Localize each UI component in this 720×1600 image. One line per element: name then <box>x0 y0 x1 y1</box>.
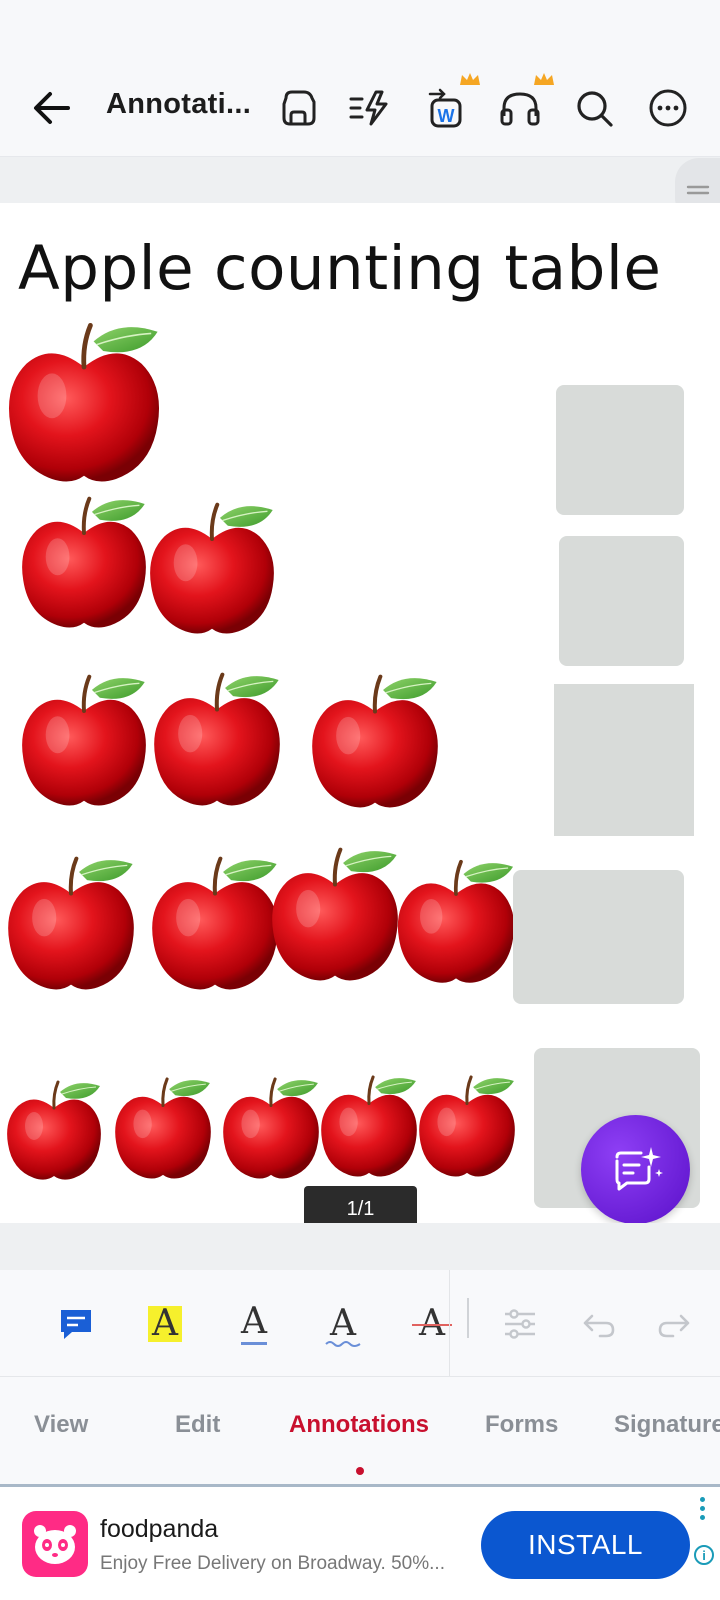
answer-box-row-2[interactable] <box>559 536 684 666</box>
ai-chat-sparkle-icon <box>615 1146 663 1190</box>
premium-crown-icon <box>534 73 554 85</box>
apple-image <box>20 674 148 808</box>
toolbar-divider <box>467 1298 469 1338</box>
page-heading: Apple counting table <box>18 233 662 304</box>
undo-button[interactable] <box>571 1296 627 1352</box>
apple-image <box>148 851 282 1003</box>
ad-title: foodpanda <box>100 1515 219 1543</box>
ad-subtitle: Enjoy Free Delivery on Broadway. 50%... <box>100 1553 445 1574</box>
strikethrough-tool[interactable]: A <box>404 1296 460 1352</box>
apple-image <box>148 502 276 636</box>
apple-image <box>319 1075 419 1179</box>
apple-image <box>4 319 164 495</box>
answer-box-row-4[interactable] <box>513 870 684 1004</box>
page-gap <box>0 157 720 203</box>
comment-tool[interactable] <box>48 1296 104 1352</box>
drag-handle-icon <box>686 185 709 195</box>
settings-tool[interactable] <box>492 1296 548 1352</box>
page-gap <box>0 1223 720 1270</box>
lightning-list-icon[interactable] <box>348 86 392 130</box>
install-button[interactable]: INSTALL <box>481 1511 690 1579</box>
svg-text:W: W <box>438 106 455 126</box>
tab-signature[interactable]: Signature <box>614 1411 720 1439</box>
redo-button[interactable] <box>646 1296 702 1352</box>
tab-annotations[interactable]: Annotations <box>289 1411 429 1439</box>
search-icon[interactable] <box>572 86 616 130</box>
tab-edit[interactable]: Edit <box>175 1411 220 1439</box>
highlight-icon: A <box>148 1306 182 1342</box>
back-arrow-icon[interactable] <box>30 86 74 130</box>
redo-icon <box>658 1314 690 1338</box>
active-tab-indicator <box>356 1467 364 1475</box>
apple-image <box>308 669 442 821</box>
squiggly-icon: A <box>330 1303 356 1344</box>
ad-banner[interactable]: foodpanda Enjoy Free Delivery on Broadwa… <box>0 1487 720 1600</box>
apple-image <box>20 496 148 630</box>
apple-image <box>4 851 138 1003</box>
apple-image <box>417 1075 517 1179</box>
ad-options-icon[interactable] <box>700 1497 706 1524</box>
premium-crown-icon <box>460 73 480 85</box>
panda-icon <box>34 1525 76 1564</box>
apple-image <box>5 1080 103 1182</box>
top-app-bar: Annotati... W <box>0 0 720 157</box>
answer-box-row-1[interactable] <box>556 385 684 515</box>
strike-line <box>412 1324 452 1326</box>
underline-icon: A <box>241 1303 267 1345</box>
apple-image <box>150 667 284 819</box>
apple-image <box>395 859 517 985</box>
annotation-toolbar: A A A A <box>0 1270 720 1377</box>
convert-word-icon[interactable]: W <box>426 86 470 130</box>
apple-image <box>268 839 402 997</box>
apple-image <box>113 1077 213 1181</box>
ad-info-icon[interactable]: i <box>694 1545 714 1565</box>
underline-tool[interactable]: A <box>226 1296 282 1352</box>
foodpanda-logo[interactable] <box>22 1511 88 1577</box>
squiggle-line-icon <box>325 1341 361 1347</box>
ai-assistant-button[interactable] <box>581 1115 690 1224</box>
undo-icon <box>583 1314 615 1338</box>
more-options-icon[interactable] <box>646 86 690 130</box>
tab-view[interactable]: View <box>34 1411 88 1439</box>
bottom-tab-bar: View Edit Annotations Forms Signature <box>0 1377 720 1485</box>
squiggly-tool[interactable]: A <box>315 1296 371 1352</box>
apple-image <box>221 1077 321 1181</box>
tab-forms[interactable]: Forms <box>485 1411 558 1439</box>
answer-box-row-3[interactable] <box>554 684 694 836</box>
headphones-icon[interactable] <box>498 86 542 130</box>
toolbar-separator <box>449 1270 450 1376</box>
pdf-page: Apple counting table <box>0 203 720 1223</box>
comment-icon <box>61 1310 91 1339</box>
highlight-tool[interactable]: A <box>137 1296 193 1352</box>
settings-sliders-icon <box>505 1309 535 1339</box>
document-title: Annotati... <box>106 88 252 120</box>
save-icon[interactable] <box>276 86 320 130</box>
